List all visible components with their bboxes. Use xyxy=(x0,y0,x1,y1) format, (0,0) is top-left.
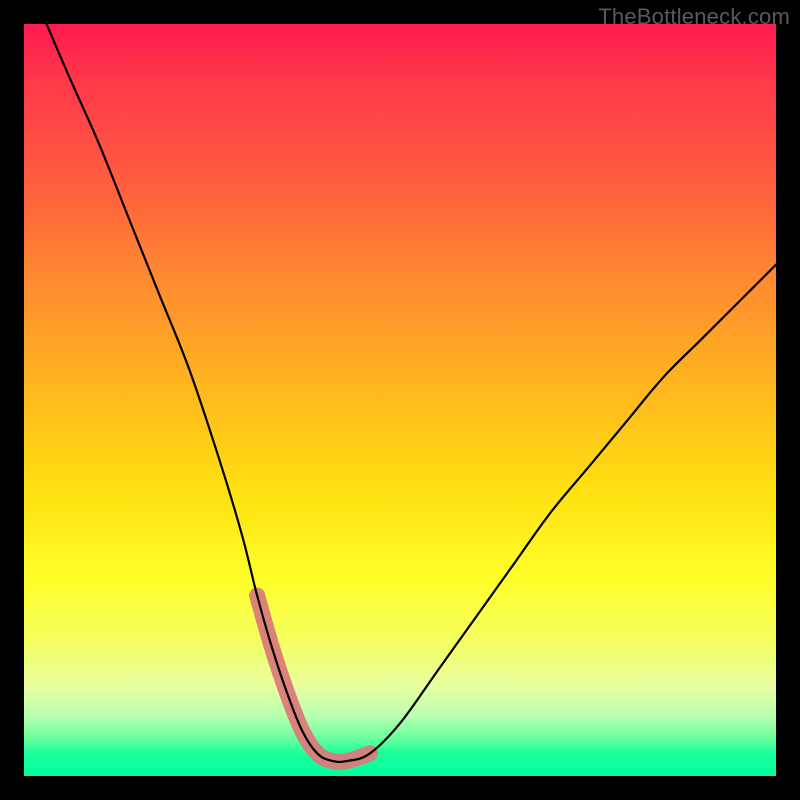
bottleneck-plot xyxy=(24,24,776,776)
good-fit-marker xyxy=(257,596,370,762)
chart-frame xyxy=(24,24,776,776)
bottleneck-curve xyxy=(47,24,776,762)
watermark-text: TheBottleneck.com xyxy=(598,4,790,30)
